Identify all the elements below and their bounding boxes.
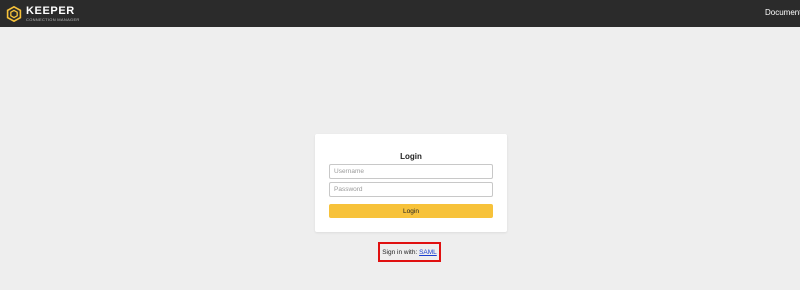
brand-name: KEEPER	[26, 5, 75, 17]
keeper-logo[interactable]: KEEPER CONNECTION MANAGER	[6, 4, 80, 24]
login-button[interactable]: Login	[329, 204, 493, 218]
keeper-hexagon-logo-icon	[6, 6, 22, 22]
nav-link-documentation[interactable]: Documentation	[765, 8, 800, 17]
saml-signin-prefix: Sign in with:	[382, 249, 418, 256]
saml-signin-highlight: Sign in with: SAML	[378, 242, 441, 262]
saml-signin-text: Sign in with: SAML	[380, 249, 439, 256]
top-navbar: KEEPER CONNECTION MANAGER Documentation	[0, 0, 800, 27]
brand-subtitle: CONNECTION MANAGER	[26, 17, 80, 22]
saml-link[interactable]: SAML	[419, 249, 437, 256]
login-card: Login Login	[315, 134, 507, 232]
username-input[interactable]	[329, 164, 493, 179]
login-title: Login	[400, 152, 422, 161]
password-input[interactable]	[329, 182, 493, 197]
